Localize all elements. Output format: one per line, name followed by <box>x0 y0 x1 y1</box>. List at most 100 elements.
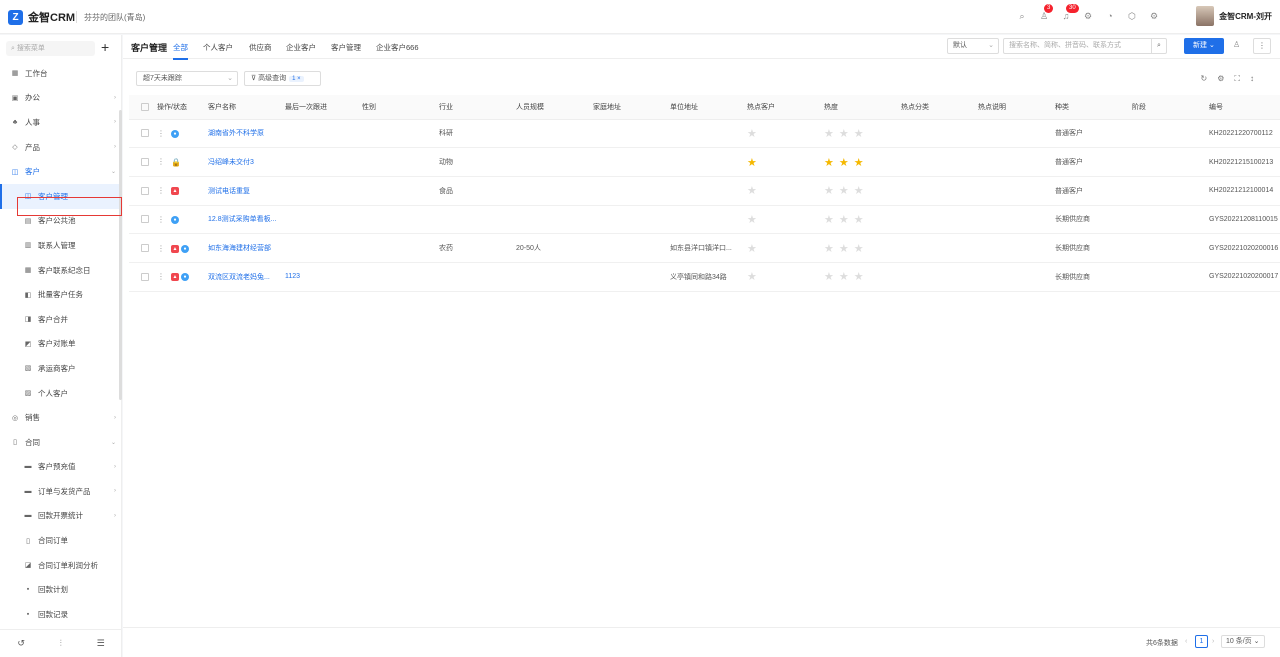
sidebar-item[interactable]: ▧ 承运商客户 <box>0 356 122 381</box>
new-button[interactable]: 新建 ⌄ <box>1184 38 1224 54</box>
team-name[interactable]: 芬芬的团队(青岛) <box>84 12 145 23</box>
app-logo[interactable]: Z 金智CRM <box>8 9 75 25</box>
star-icon[interactable]: ★ <box>839 214 849 226</box>
advanced-query-count[interactable]: 1 × <box>289 76 304 82</box>
star-icon[interactable]: ★ <box>824 214 834 226</box>
collapse-menu-icon[interactable]: ☰ <box>97 638 105 649</box>
star-icon[interactable]: ★ <box>839 271 849 283</box>
star-icon[interactable]: ★ <box>824 243 834 255</box>
heat-rating-cell[interactable]: ★ ★ ★ <box>820 147 897 177</box>
user-menu[interactable]: 金智CRM-刘开 <box>1196 6 1272 26</box>
heat-rating-cell[interactable]: ★ ★ ★ <box>820 262 897 292</box>
sidebar-item[interactable]: ◪ 合同订单利润分析 <box>0 553 122 578</box>
star-icon[interactable]: ★ <box>839 157 849 169</box>
sidebar-item[interactable]: ▨ 个人客户 <box>0 381 122 406</box>
column-height-icon[interactable]: ↕ <box>1250 74 1254 84</box>
column-header[interactable]: 家庭地址 <box>589 95 666 120</box>
table-row[interactable]: ⋮ ▲ ● 如东海海建材经营部 农药 20-50人 如东县洋口镇洋口... ★ ★ ★ ★ 长期供应商… <box>129 233 1280 263</box>
column-header[interactable]: 热点说明 <box>974 95 1051 120</box>
row-checkbox[interactable] <box>141 186 149 195</box>
hot-customer-cell[interactable]: ★ <box>743 205 820 235</box>
column-header[interactable]: 人员规模 <box>512 95 589 120</box>
customer-name-link[interactable]: 双流区双流老妈兔... <box>204 262 281 292</box>
history-icon[interactable]: ↺ <box>17 638 25 649</box>
tab-supplier[interactable]: 供应商 <box>249 42 272 53</box>
cell-last_follow[interactable]: 1123 <box>281 262 358 292</box>
cell-last_follow[interactable] <box>281 176 358 206</box>
row-checkbox[interactable] <box>141 272 149 281</box>
sidebar-item[interactable]: ◎ 销售 › <box>0 405 122 430</box>
column-header[interactable]: 行业 <box>435 95 512 120</box>
column-header[interactable]: 最后一次跟进 <box>281 95 358 120</box>
heat-rating-cell[interactable]: ★ ★ ★ <box>820 233 897 263</box>
customer-name-link[interactable]: 12.8测试采购单看板... <box>204 205 281 235</box>
settings-icon[interactable]: ⚙ <box>1082 10 1094 22</box>
star-icon[interactable]: ★ <box>747 185 757 197</box>
column-header[interactable]: 热点分类 <box>897 95 974 120</box>
star-icon[interactable]: ★ <box>854 214 864 226</box>
page-size-select[interactable]: 10 条/页 ⌄ <box>1221 635 1265 648</box>
star-icon[interactable]: ★ <box>747 157 757 169</box>
hot-customer-cell[interactable]: ★ <box>743 262 820 292</box>
refresh-icon[interactable]: ↻ <box>1201 74 1208 84</box>
advanced-query-button[interactable]: ⊽ 高级查询 1 × <box>244 71 321 86</box>
bell-icon[interactable]: ♫ 30 <box>1060 4 1079 22</box>
star-icon[interactable]: ★ <box>839 243 849 255</box>
sidebar-item[interactable]: ◩ 客户对账单 <box>0 332 122 357</box>
customer-name-link[interactable]: 湖南省外不科学原 <box>204 119 281 149</box>
sidebar-item[interactable]: ▯ 合同 ⌄ <box>0 430 122 455</box>
customer-name-link[interactable]: 测试电话重复 <box>204 176 281 206</box>
column-header[interactable]: 编号 <box>1205 95 1280 120</box>
star-icon[interactable]: ★ <box>747 128 757 140</box>
table-row[interactable]: ⋮ ● 湖南省外不科学原 科研 ★ ★ ★ ★ 普通客户 KH20221220700112 <box>129 119 1280 149</box>
sidebar-scrollbar[interactable] <box>119 110 122 400</box>
sidebar-item[interactable]: ▣ 办公 › <box>0 86 122 111</box>
row-actions-icon[interactable]: ⋮ <box>157 129 165 138</box>
row-select-cell[interactable] <box>129 262 153 292</box>
prev-page-icon[interactable]: ‹ <box>1185 638 1187 645</box>
row-checkbox[interactable] <box>141 158 149 167</box>
select-all-cell[interactable] <box>129 95 153 120</box>
column-header[interactable]: 种类 <box>1051 95 1128 120</box>
contacts-icon[interactable]: ♙ 3 <box>1038 4 1054 22</box>
hot-customer-cell[interactable]: ★ <box>743 147 820 177</box>
tab-enterprise-666[interactable]: 企业客户666 <box>376 42 419 53</box>
column-header[interactable]: 操作/状态 <box>153 95 204 120</box>
hot-customer-cell[interactable]: ★ <box>743 176 820 206</box>
fullscreen-icon[interactable]: ⛶ <box>1234 74 1240 84</box>
column-header[interactable]: 客户名称 <box>204 95 281 120</box>
menu-search-input[interactable]: ⌕ 搜索菜单 <box>6 41 95 56</box>
follow-time-filter[interactable]: 超7天未跟踪 ⌄ <box>136 71 238 86</box>
sidebar-item[interactable]: ▬ 回款开票统计 › <box>0 504 122 529</box>
column-header[interactable]: 性别 <box>358 95 435 120</box>
filter-icon[interactable]: ⫶ <box>60 638 62 649</box>
page-number[interactable]: 1 <box>1195 635 1208 648</box>
sidebar-item[interactable]: ▪ 回款计划 <box>0 577 122 602</box>
star-icon[interactable]: ★ <box>854 128 864 140</box>
tab-personal[interactable]: 个人客户 <box>203 42 233 53</box>
star-icon[interactable]: ★ <box>854 271 864 283</box>
sidebar-item[interactable]: ▯ 合同订单 <box>0 528 122 553</box>
column-header[interactable]: 热度 <box>820 95 897 120</box>
sidebar-item[interactable]: ▬ 客户预充值 › <box>0 455 122 480</box>
table-row[interactable]: ⋮ 🔒 冯绍峰未交付3 动物 ★ ★ ★ ★ 普通客户 KH20221215100213 <box>129 147 1280 177</box>
row-select-cell[interactable] <box>129 233 153 263</box>
star-icon[interactable]: ★ <box>854 157 864 169</box>
settings-icon[interactable]: ⚙ <box>1217 74 1224 84</box>
row-actions-icon[interactable]: ⋮ <box>157 244 165 253</box>
more-icon[interactable]: ⋮ <box>1253 38 1271 54</box>
sidebar-item[interactable]: ◫ 客户 ⌄ <box>0 159 122 184</box>
star-icon[interactable]: ★ <box>839 128 849 140</box>
row-actions-icon[interactable]: ⋮ <box>157 186 165 195</box>
search-icon[interactable]: ⌕ <box>1016 10 1028 22</box>
table-row[interactable]: ⋮ ▲ 测试电话重复 食品 ★ ★ ★ ★ 普通客户 KH20221212100014 <box>129 176 1280 206</box>
star-icon[interactable]: ★ <box>747 214 757 226</box>
sidebar-item[interactable]: ▪ 回款记录 <box>0 602 122 627</box>
cell-last_follow[interactable] <box>281 147 358 177</box>
chart-icon[interactable]: ◔ <box>1104 10 1116 22</box>
customer-search-input[interactable]: 搜索名称、简称、拼音码、联系方式 ⌕ <box>1003 38 1167 54</box>
add-button[interactable]: + <box>101 39 109 55</box>
row-select-cell[interactable] <box>129 147 153 177</box>
row-actions-icon[interactable]: ⋮ <box>157 272 165 281</box>
table-row[interactable]: ⋮ ● 12.8测试采购单看板... ★ ★ ★ ★ 长期供应商 GYS202212081100… <box>129 205 1280 235</box>
